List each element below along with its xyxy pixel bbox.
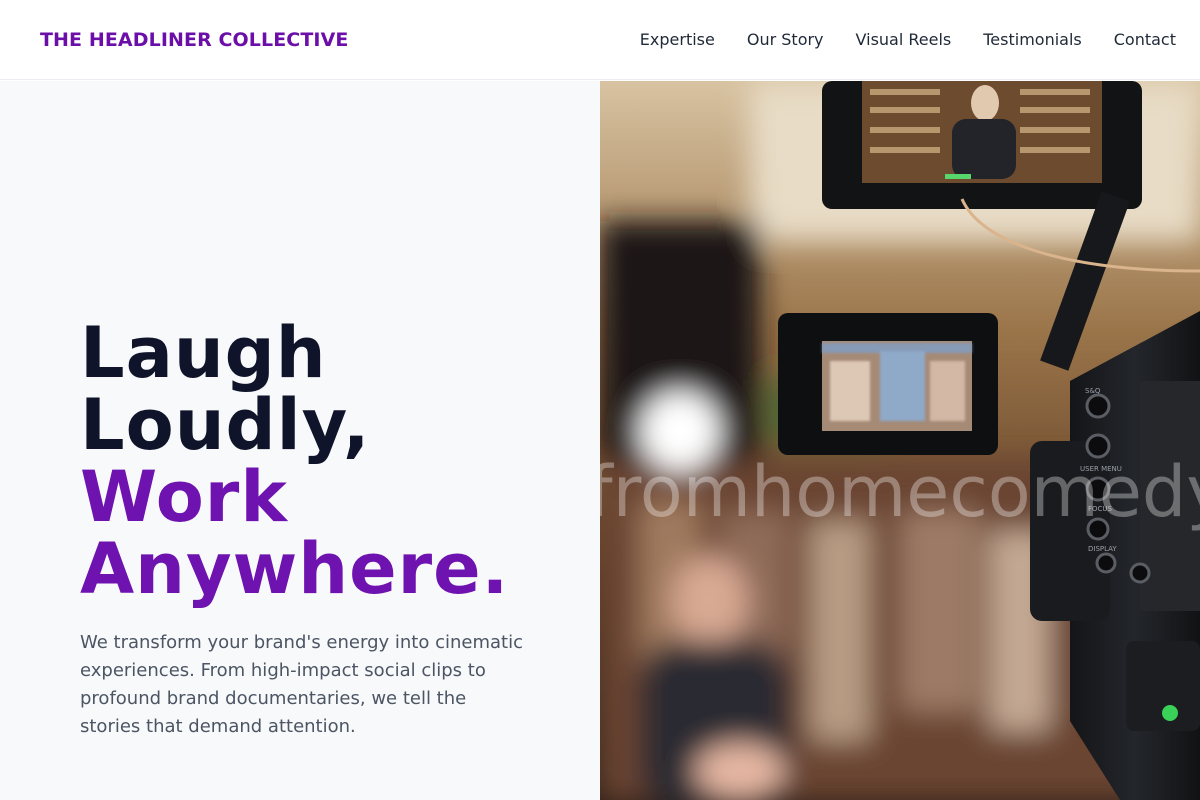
headline-line-4: Anywhere. — [80, 528, 510, 610]
nav-contact[interactable]: Contact — [1114, 30, 1176, 49]
headline-line-3: Work — [80, 456, 288, 538]
nav-our-story[interactable]: Our Story — [747, 30, 824, 49]
image-watermark: fromhomecomedy — [600, 451, 1200, 533]
main-nav: Expertise Our Story Visual Reels Testimo… — [608, 30, 1176, 49]
brand-logo[interactable]: THE HEADLINER COLLECTIVE — [40, 29, 348, 51]
headline-line-1: Laugh — [80, 312, 327, 394]
hero-image: S&Q USER MENU FOCUS DISPLAY fromhomecome… — [600, 81, 1200, 800]
site-header: THE HEADLINER COLLECTIVE Expertise Our S… — [0, 0, 1200, 80]
nav-testimonials[interactable]: Testimonials — [983, 30, 1082, 49]
hero-text-panel: Laugh Loudly, Work Anywhere. We transfor… — [0, 81, 600, 800]
nav-expertise[interactable]: Expertise — [640, 30, 715, 49]
svg-text:S&Q: S&Q — [1085, 387, 1101, 395]
headline-line-2: Loudly, — [80, 384, 371, 466]
nav-visual-reels[interactable]: Visual Reels — [856, 30, 952, 49]
video-camera-photo: S&Q USER MENU FOCUS DISPLAY — [600, 81, 1200, 800]
hero-description: We transform your brand's energy into ci… — [80, 632, 523, 737]
hero-headline: Laugh Loudly, Work Anywhere. — [80, 317, 509, 605]
svg-text:DISPLAY: DISPLAY — [1088, 545, 1117, 553]
